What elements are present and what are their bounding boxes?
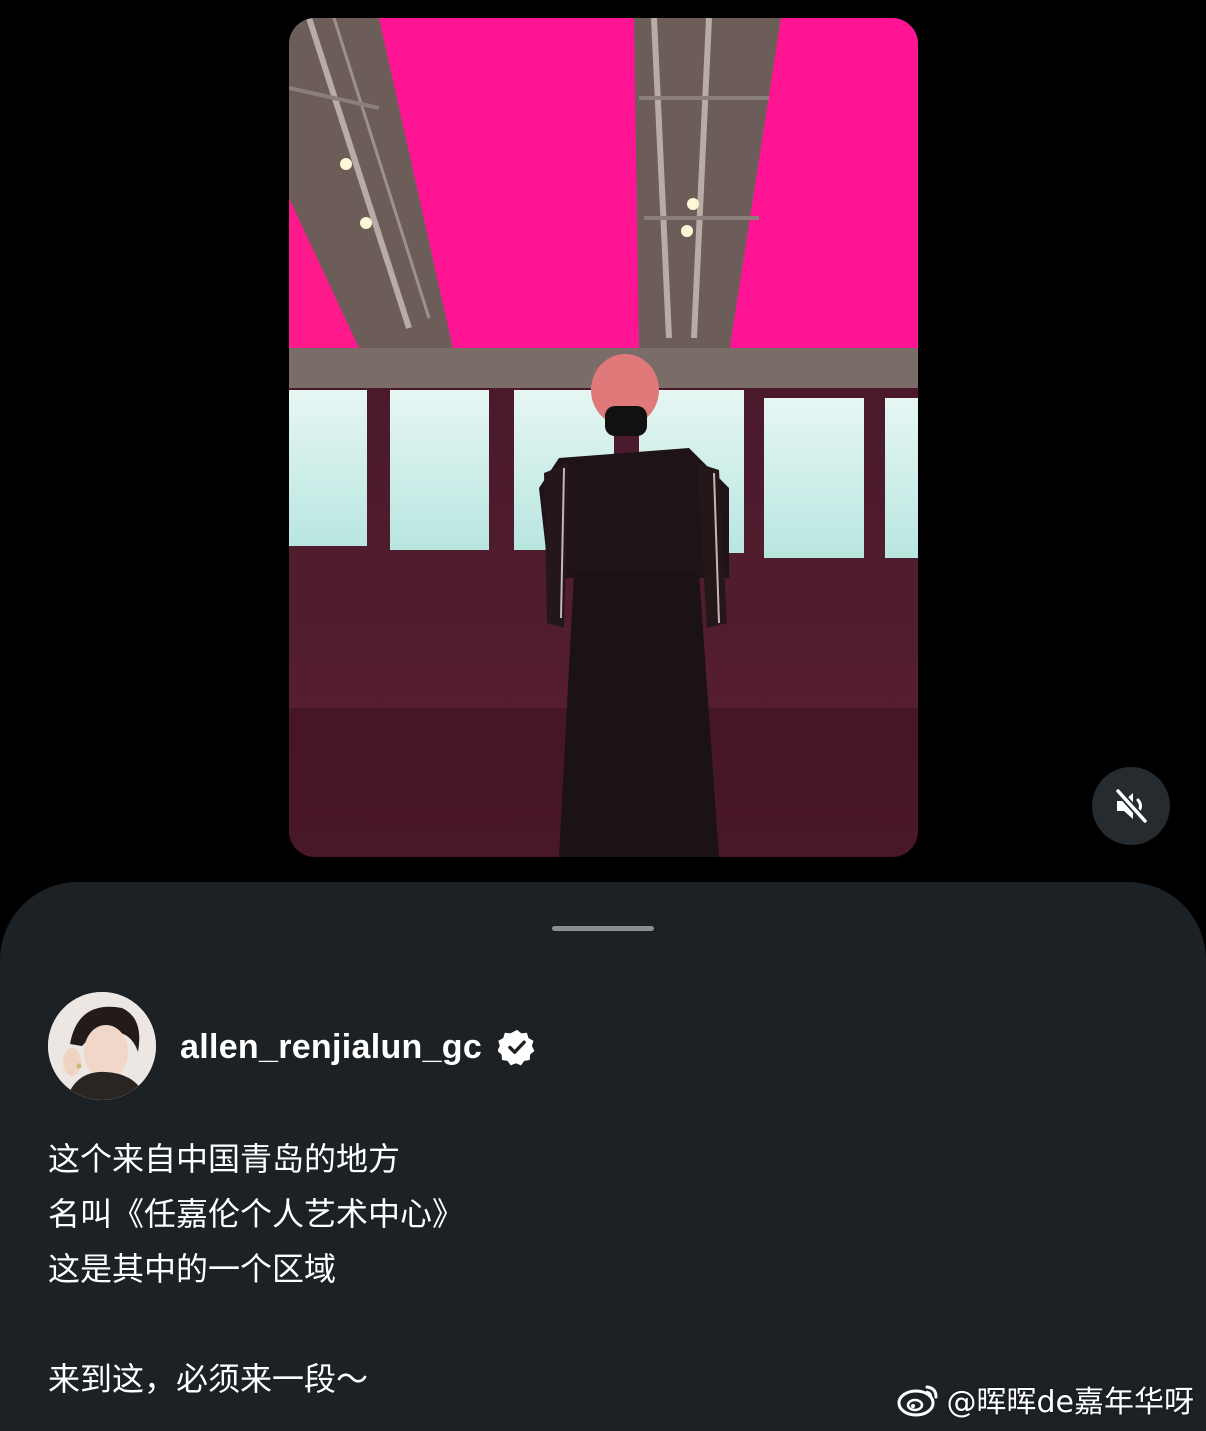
caption-line: 名叫《任嘉伦个人艺术中心》 bbox=[48, 1195, 465, 1233]
username[interactable]: allen_renjialun_gc bbox=[180, 1028, 482, 1067]
mute-toggle-button[interactable] bbox=[1092, 767, 1170, 845]
username-row[interactable]: allen_renjialun_gc bbox=[180, 1022, 536, 1072]
screen: allen_renjialun_gc 这个来自中国青岛的地方 名叫《任嘉伦个人艺… bbox=[0, 0, 1206, 1431]
post-details-sheet: allen_renjialun_gc 这个来自中国青岛的地方 名叫《任嘉伦个人艺… bbox=[0, 882, 1206, 1431]
sheet-drag-handle[interactable] bbox=[552, 926, 654, 931]
profile-photo bbox=[48, 992, 156, 1100]
caption-line: 这个来自中国青岛的地方 bbox=[48, 1140, 401, 1178]
caption-line: 这是其中的一个区域 bbox=[48, 1250, 337, 1288]
video-frame bbox=[289, 18, 918, 857]
verified-badge-icon bbox=[498, 1029, 535, 1066]
watermark-text: @晖晖de嘉年华呀 bbox=[946, 1385, 1195, 1420]
post-caption: 这个来自中国青岛的地方 名叫《任嘉伦个人艺术中心》 这是其中的一个区域 来到这，… bbox=[48, 1132, 1148, 1407]
avatar[interactable] bbox=[48, 992, 156, 1100]
speaker-muted-icon bbox=[1114, 787, 1149, 825]
video-player[interactable] bbox=[289, 18, 918, 857]
watermark: @晖晖de嘉年华呀 bbox=[897, 1377, 1195, 1421]
weibo-logo-icon bbox=[897, 1385, 937, 1417]
